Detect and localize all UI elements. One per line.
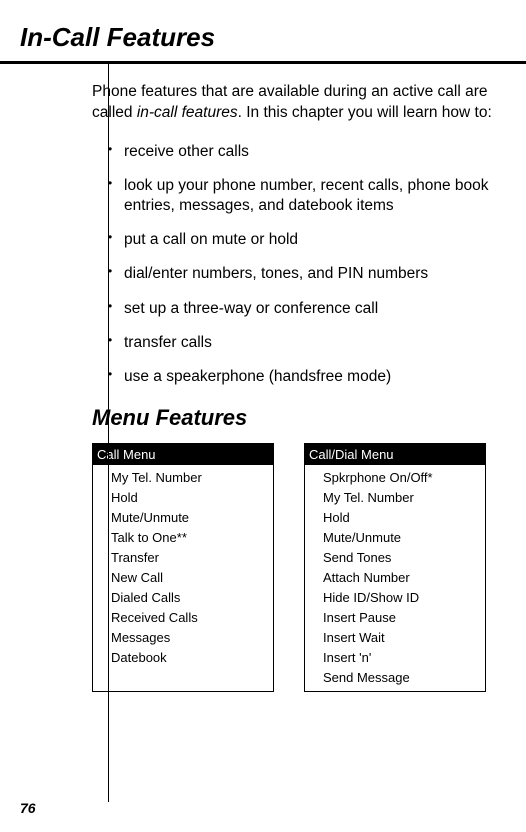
- menu-container: Call Menu My Tel. Number Hold Mute/Unmut…: [92, 443, 526, 692]
- list-item: Messages: [111, 628, 273, 648]
- list-item: put a call on mute or hold: [108, 230, 518, 250]
- call-dial-menu-items: Spkrphone On/Off* My Tel. Number Hold Mu…: [305, 465, 485, 691]
- list-item: dial/enter numbers, tones, and PIN numbe…: [108, 264, 518, 284]
- list-item: Send Tones: [323, 548, 485, 568]
- list-item: use a speakerphone (handsfree mode): [108, 367, 518, 387]
- intro-emphasis: in-call features: [137, 104, 238, 121]
- list-item: Mute/Unmute: [111, 508, 273, 528]
- bullet-list: receive other calls look up your phone n…: [108, 142, 518, 387]
- intro-suffix: . In this chapter you will learn how to:: [238, 104, 492, 121]
- vertical-divider: [108, 64, 109, 802]
- list-item: Hold: [111, 488, 273, 508]
- call-dial-menu-header: Call/Dial Menu: [305, 444, 485, 465]
- list-item: Talk to One**: [111, 528, 273, 548]
- call-menu-header: Call Menu: [93, 444, 273, 465]
- list-item: Attach Number: [323, 568, 485, 588]
- call-menu-box: Call Menu My Tel. Number Hold Mute/Unmut…: [92, 443, 274, 692]
- list-item: Send Message: [323, 668, 485, 688]
- list-item: Dialed Calls: [111, 588, 273, 608]
- list-item: Insert 'n': [323, 648, 485, 668]
- list-item: look up your phone number, recent calls,…: [108, 176, 518, 216]
- section-title: Menu Features: [92, 405, 526, 431]
- list-item: set up a three-way or conference call: [108, 299, 518, 319]
- list-item: Hold: [323, 508, 485, 528]
- list-item: Spkrphone On/Off*: [323, 468, 485, 488]
- list-item: Hide ID/Show ID: [323, 588, 485, 608]
- list-item: Insert Wait: [323, 628, 485, 648]
- list-item: Insert Pause: [323, 608, 485, 628]
- list-item: My Tel. Number: [323, 488, 485, 508]
- list-item: Datebook: [111, 648, 273, 668]
- call-dial-menu-box: Call/Dial Menu Spkrphone On/Off* My Tel.…: [304, 443, 486, 692]
- page-number: 76: [20, 800, 36, 816]
- list-item: Received Calls: [111, 608, 273, 628]
- list-item: Mute/Unmute: [323, 528, 485, 548]
- list-item: Transfer: [111, 548, 273, 568]
- list-item: My Tel. Number: [111, 468, 273, 488]
- page-title: In-Call Features: [0, 0, 526, 64]
- list-item: New Call: [111, 568, 273, 588]
- list-item: receive other calls: [108, 142, 518, 162]
- call-menu-items: My Tel. Number Hold Mute/Unmute Talk to …: [93, 465, 273, 671]
- list-item: transfer calls: [108, 333, 518, 353]
- intro-paragraph: Phone features that are available during…: [92, 82, 518, 124]
